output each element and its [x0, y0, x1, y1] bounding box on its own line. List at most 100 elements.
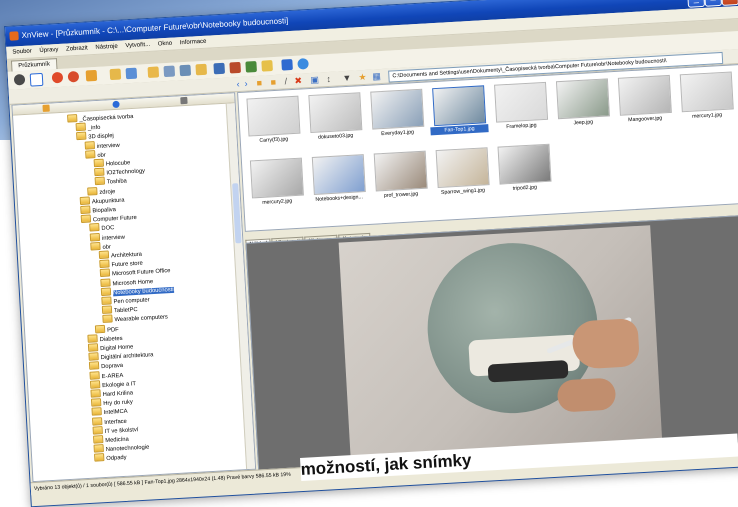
folder-icon: [90, 398, 102, 407]
folder-icon: [98, 250, 110, 260]
open-folder-icon[interactable]: [109, 68, 122, 81]
help-icon[interactable]: [281, 58, 293, 71]
tree-item-label: Computer Future: [92, 215, 137, 224]
folder-icon: [87, 343, 99, 352]
thumbnail-image: [432, 85, 487, 127]
settings-icon[interactable]: [245, 60, 257, 73]
thumbnail-image: [617, 74, 672, 116]
thumbnail-item[interactable]: prof_trower.jpg: [370, 149, 431, 208]
left-hand: [556, 377, 617, 413]
maximize-button[interactable]: □: [704, 0, 722, 7]
tree-item-label: Nanotechnologie: [105, 444, 150, 454]
folder-icon[interactable]: [42, 104, 50, 112]
drive-icon[interactable]: [180, 96, 188, 105]
eye-icon[interactable]: [13, 73, 26, 86]
thumbnail-image: [679, 71, 734, 113]
tree-item-label: interview: [101, 234, 126, 242]
folder-icon: [75, 122, 86, 132]
folder-icon: [91, 407, 102, 417]
thumbnail-size-icon[interactable]: ▦: [372, 70, 381, 82]
thumbnail-item[interactable]: Mangoover.jpg: [614, 73, 675, 132]
thumbnail-item[interactable]: Fan-Top1.jpg: [428, 83, 489, 142]
thumbnail-item[interactable]: Sparrow_wing1.jpg: [431, 145, 492, 204]
tree-item[interactable]: _Časopisecká tvorba: [67, 111, 134, 124]
refresh-icon[interactable]: [51, 71, 64, 84]
thumbnail-browser: Carry(f3).jpg dokuseto03.jpg Everyday1.jpg…: [237, 63, 738, 232]
menu-zobrazit[interactable]: Zobrazit: [66, 45, 88, 52]
xnview-window: XnView - [Průzkumník - C:\...\Computer F…: [4, 0, 738, 507]
thumbnail-item[interactable]: Carry(f3).jpg: [242, 94, 303, 153]
tools-icon[interactable]: [261, 60, 273, 72]
folder-icon: [91, 416, 103, 426]
tree-item[interactable]: Odpady: [94, 452, 127, 463]
folder-icon: [89, 370, 100, 380]
info-icon[interactable]: [297, 58, 309, 70]
folder-icon: [100, 278, 111, 287]
folder-icon: [85, 149, 96, 159]
folder-icon: [80, 205, 91, 215]
tree-item-label: Toshiba: [106, 178, 128, 186]
menu-upravy[interactable]: Úpravy: [39, 47, 58, 54]
folder-icon: [93, 444, 104, 453]
thumbnail-item[interactable]: mercury2.jpg: [246, 155, 307, 214]
folder-icon: [88, 361, 100, 371]
thumbnail-item[interactable]: Everyday1.jpg: [366, 87, 427, 146]
folder-icon: [99, 259, 110, 269]
folder-icon: [100, 287, 112, 296]
new-folder-icon[interactable]: ■: [270, 76, 276, 88]
thumbnail-image: [370, 88, 425, 130]
app-window-frame: XnView - [Průzkumník - C:\...\Computer F…: [0, 0, 738, 507]
close-button[interactable]: ×: [721, 0, 738, 6]
globe-icon[interactable]: [112, 100, 120, 109]
menu-nastroje[interactable]: Nástroje: [95, 44, 118, 51]
folder-tree-pane: _Časopisecká tvorba _info 3D displej interv…: [11, 92, 257, 483]
folder-icon: [87, 334, 98, 343]
slideshow-icon[interactable]: [213, 62, 226, 75]
folder-icon: [94, 167, 105, 177]
copy-to-icon[interactable]: [147, 66, 160, 79]
acquire-icon[interactable]: [85, 69, 98, 82]
delete-icon[interactable]: ✖: [294, 74, 302, 86]
tree-item-label: _Časopisecká tvorba: [79, 113, 134, 123]
folder-icon: [92, 425, 103, 435]
rename-icon[interactable]: /: [284, 75, 287, 87]
thumbnail-item[interactable]: mercury1.jpg: [676, 69, 737, 128]
scan-icon[interactable]: [179, 64, 192, 77]
image-preview: [245, 214, 738, 471]
minimize-button[interactable]: _: [687, 0, 706, 8]
filter-icon[interactable]: ▼: [342, 72, 352, 84]
menu-okno[interactable]: Okno: [158, 41, 173, 48]
sort-icon[interactable]: ↕: [326, 73, 331, 85]
folder-icon: [76, 131, 87, 141]
menu-vytvorit[interactable]: Vytvořit...: [125, 42, 150, 49]
thumbnail-item[interactable]: Framelop.jpg: [490, 80, 551, 139]
tree-scrollbar-thumb[interactable]: [232, 183, 242, 244]
favorites-icon[interactable]: ★: [358, 71, 367, 83]
up-folder-icon[interactable]: ■: [256, 77, 262, 89]
forward-arrow-icon[interactable]: ›: [244, 78, 248, 90]
thumbnail-item[interactable]: dokuseto03.jpg: [304, 90, 365, 149]
print-icon[interactable]: [163, 65, 176, 78]
xnview-app-icon: [9, 31, 19, 41]
folder-icon: [79, 196, 91, 205]
thumbnail-item[interactable]: Jeep.jpg: [552, 76, 613, 135]
convert-icon[interactable]: [229, 61, 241, 74]
thumbnail-item[interactable]: Notebooks+design...: [308, 152, 369, 211]
thumbnail-image: [555, 78, 610, 120]
menu-soubor[interactable]: Soubor: [12, 48, 32, 55]
right-hand: [571, 318, 640, 370]
thumbnail-image: [246, 95, 301, 137]
back-arrow-icon[interactable]: ‹: [236, 78, 240, 90]
fullscreen-icon[interactable]: [29, 72, 44, 87]
folder-icon: [94, 453, 105, 463]
reload-icon[interactable]: [67, 70, 80, 83]
browse-icon[interactable]: [125, 67, 138, 80]
menu-informace[interactable]: Informace: [180, 39, 207, 46]
tree-item-label: Odpady: [106, 455, 127, 463]
folder-icon: [89, 223, 100, 232]
view-mode-icon[interactable]: ▣: [310, 74, 319, 86]
folder-icon: [94, 324, 106, 333]
tree-item-label: interview: [96, 142, 120, 150]
thumbnail-item[interactable]: tripod2.jpg: [493, 142, 554, 201]
move-icon[interactable]: [195, 63, 208, 76]
